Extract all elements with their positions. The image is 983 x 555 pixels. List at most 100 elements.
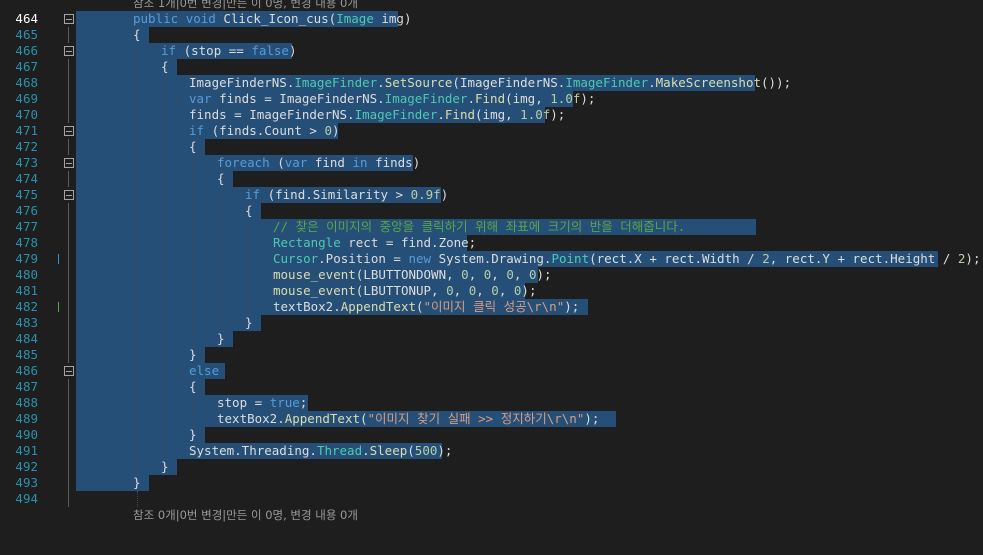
code-line[interactable]: 464 public void Click_Icon_cus(Image img) (0, 11, 983, 27)
code-editor[interactable]: 참조 1개|0번 변경|만든 이 0명, 변경 내용 0개 464 public … (0, 0, 983, 523)
code-token: { (189, 139, 197, 154)
code-line[interactable]: 494 (0, 491, 983, 507)
code-line[interactable]: 477 // 찾은 이미지의 중앙을 클릭하기 위해 좌표에 크기의 반을 더해줍… (0, 219, 983, 235)
code-text[interactable]: } (245, 315, 253, 331)
code-line[interactable]: 487 { (0, 379, 983, 395)
code-line[interactable]: 488 stop = true; (0, 395, 983, 411)
code-text[interactable]: } (161, 459, 169, 475)
code-lines[interactable]: 464 public void Click_Icon_cus(Image img)… (0, 11, 983, 507)
code-line[interactable]: 468 ImageFinderNS.ImageFinder.SetSource(I… (0, 75, 983, 91)
code-line[interactable]: 473 foreach (var find in finds) (0, 155, 983, 171)
line-number: 476 (15, 203, 38, 218)
code-text[interactable]: { (217, 171, 225, 187)
code-text[interactable]: finds = ImageFinderNS.ImageFinder.Find(i… (189, 107, 565, 123)
outline-line (68, 491, 69, 507)
code-token: { (217, 171, 225, 186)
codelens-line-bottom: 참조 0개|0번 변경|만든 이 0명, 변경 내용 0개 (0, 507, 983, 523)
code-line[interactable]: 489 textBox2.AppendText("이미지 찾기 실패 >> 정지하… (0, 411, 983, 427)
code-text[interactable]: { (133, 27, 141, 43)
collapse-icon[interactable] (64, 190, 74, 200)
code-line[interactable]: 476 { (0, 203, 983, 219)
code-line[interactable]: 484} (0, 331, 983, 347)
code-line[interactable]: 470 finds = ImageFinderNS.ImageFinder.Fin… (0, 107, 983, 123)
code-token: System.Drawing. (431, 251, 552, 266)
code-line[interactable]: 483} (0, 315, 983, 331)
code-line[interactable]: 465 { (0, 27, 983, 43)
code-text[interactable]: mouse_event(LBUTTONDOWN, 0, 0, 0, 0); (273, 267, 552, 283)
code-text[interactable]: foreach (var find in finds) (217, 155, 420, 171)
code-token: ); (521, 283, 537, 298)
code-token: } (217, 331, 225, 346)
code-line[interactable]: 492} (0, 459, 983, 475)
code-token: else (189, 363, 220, 378)
code-line[interactable]: 480 mouse_event(LBUTTONDOWN, 0, 0, 0, 0); (0, 267, 983, 283)
collapse-icon[interactable] (64, 126, 74, 136)
code-text[interactable]: public void Click_Icon_cus(Image img) (133, 11, 412, 27)
code-text[interactable]: textBox2.AppendText("이미지 클릭 성공\r\n"); (273, 299, 579, 315)
unsaved-change-marker (58, 254, 59, 264)
code-text[interactable]: { (189, 379, 197, 395)
code-line[interactable]: 479 Cursor.Position = new System.Drawing.… (0, 251, 983, 267)
code-line[interactable]: 474 { (0, 171, 983, 187)
code-line[interactable]: 475 if (find.Similarity > 0.9f) (0, 187, 983, 203)
code-line[interactable]: 478 Rectangle rect = find.Zone; (0, 235, 983, 251)
code-text[interactable]: { (245, 203, 253, 219)
code-text[interactable]: else (189, 363, 219, 379)
code-text[interactable]: // 찾은 이미지의 중앙을 클릭하기 위해 좌표에 크기의 반을 더해줍니다. (273, 219, 685, 235)
code-text[interactable]: mouse_event(LBUTTONUP, 0, 0, 0, 0); (273, 283, 536, 299)
indent-guide (193, 283, 194, 299)
indent-guide (137, 459, 138, 475)
code-token: 0 (491, 283, 499, 298)
indent-guide (165, 443, 166, 459)
line-number: 485 (15, 347, 38, 362)
code-token: ; (299, 395, 308, 410)
code-text[interactable]: ImageFinderNS.ImageFinder.SetSource(Imag… (189, 75, 791, 91)
code-line[interactable]: 472 { (0, 139, 983, 155)
collapse-icon[interactable] (64, 366, 74, 376)
code-text[interactable]: var finds = ImageFinderNS.ImageFinder.Fi… (189, 91, 595, 107)
code-text[interactable]: } (133, 475, 141, 491)
code-text[interactable]: stop = true; (217, 395, 307, 411)
code-token: textBox2. (273, 299, 341, 314)
code-token: MakeScreenshot (655, 75, 761, 90)
code-text[interactable]: Rectangle rect = find.Zone; (273, 235, 476, 251)
code-text[interactable]: } (217, 331, 225, 347)
code-token: mouse_event (273, 267, 356, 282)
outline-line (68, 283, 69, 299)
code-text[interactable]: } (189, 427, 197, 443)
code-text[interactable]: } (189, 347, 197, 363)
code-text[interactable]: { (161, 59, 169, 75)
outline-line (68, 107, 69, 123)
code-line[interactable]: 486 else (0, 363, 983, 379)
code-line[interactable]: 467 { (0, 59, 983, 75)
collapse-icon[interactable] (64, 158, 74, 168)
line-number: 478 (15, 235, 38, 250)
collapse-icon[interactable] (64, 46, 74, 56)
code-line[interactable]: 491 System.Threading.Thread.Sleep(500); (0, 443, 983, 459)
indent-guide (165, 219, 166, 235)
code-line[interactable]: 471 if (finds.Count > 0) (0, 123, 983, 139)
code-line[interactable]: 482 textBox2.AppendText("이미지 클릭 성공\r\n"); (0, 299, 983, 315)
code-token: ImageFinderNS. (189, 75, 295, 90)
code-text[interactable]: textBox2.AppendText("이미지 찾기 실패 >> 정지하기\r… (217, 411, 599, 427)
code-line[interactable]: 481 mouse_event(LBUTTONUP, 0, 0, 0, 0); (0, 283, 983, 299)
indent-guide (137, 347, 138, 363)
code-text[interactable]: if (finds.Count > 0) (189, 123, 340, 139)
codelens-references-bottom[interactable]: 참조 0개|0번 변경|만든 이 0명, 변경 내용 0개 (133, 507, 358, 523)
line-number: 492 (15, 459, 38, 474)
code-line[interactable]: 466 if (stop == false) (0, 43, 983, 59)
code-text[interactable]: Cursor.Position = new System.Drawing.Poi… (273, 251, 980, 267)
code-line[interactable]: 485} (0, 347, 983, 363)
code-line[interactable]: 490} (0, 427, 983, 443)
code-text[interactable]: System.Threading.Thread.Sleep(500); (189, 443, 452, 459)
code-token: } (161, 459, 169, 474)
codelens-references[interactable]: 참조 1개|0번 변경|만든 이 0명, 변경 내용 0개 (133, 0, 358, 11)
code-line[interactable]: 469 var finds = ImageFinderNS.ImageFinder… (0, 91, 983, 107)
code-text[interactable]: if (find.Similarity > 0.9f) (245, 187, 448, 203)
code-line[interactable]: 493} (0, 475, 983, 491)
code-text[interactable]: { (189, 139, 197, 155)
collapse-icon[interactable] (64, 14, 74, 24)
code-text[interactable]: if (stop == false) (161, 43, 297, 59)
indent-guide (165, 91, 166, 107)
